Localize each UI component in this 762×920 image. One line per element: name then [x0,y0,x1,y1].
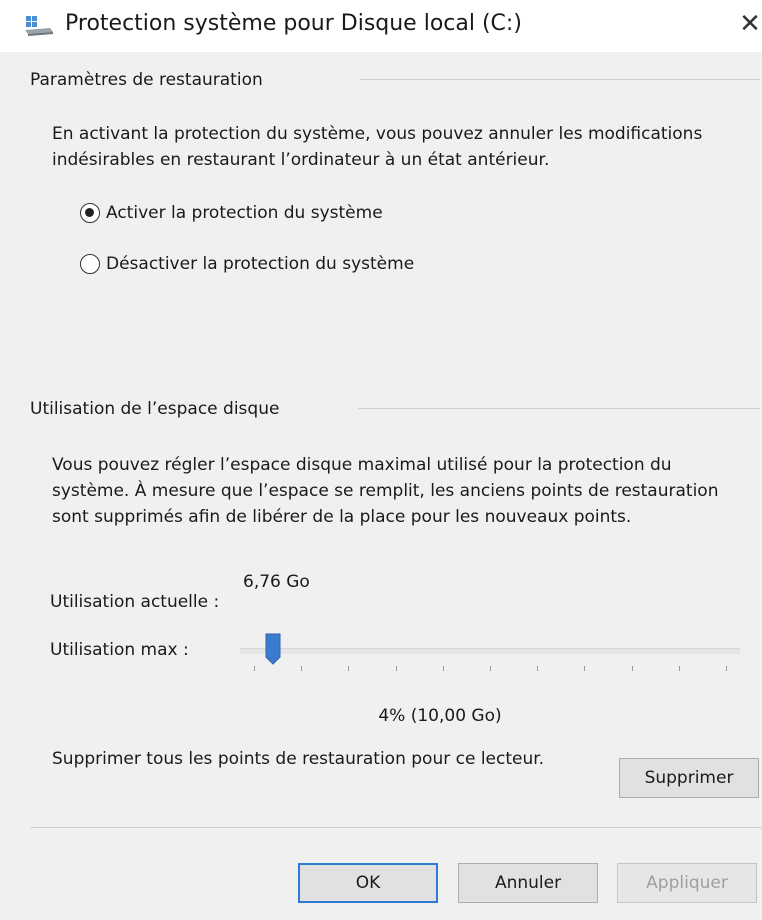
max-usage-slider[interactable] [240,633,740,673]
footer-divider [30,827,762,828]
slider-thumb[interactable] [265,633,281,665]
disk-usage-divider [358,408,760,409]
cancel-button[interactable]: Annuler [458,863,598,903]
radio-enable-circle[interactable] [80,203,100,223]
ok-button[interactable]: OK [298,863,438,903]
radio-enable-label: Activer la protection du système [106,203,383,223]
radio-enable-protection[interactable]: Activer la protection du système [80,200,420,228]
radio-disable-label: Désactiver la protection du système [106,254,415,274]
delete-button[interactable]: Supprimer [619,758,759,798]
delete-points-text: Supprimer tous les points de restauratio… [52,749,545,769]
slider-tick [537,666,539,671]
slider-tick [584,666,586,671]
slider-tick [301,666,303,671]
restore-settings-description: En activant la protection du système, vo… [52,124,703,170]
system-protection-icon [25,16,53,36]
current-usage-label: Utilisation actuelle : [50,592,220,612]
radio-selected-dot [85,208,94,217]
slider-tick [348,666,350,671]
apply-button[interactable]: Appliquer [617,863,757,903]
disk-usage-description: Vous pouvez régler l’espace disque maxim… [52,455,719,527]
close-button[interactable]: ✕ [738,8,762,40]
slider-tick [490,666,491,671]
slider-tick [726,666,727,671]
slider-tick [631,666,633,671]
slider-tick [254,666,255,671]
title-bar: Protection système pour Disque local (C:… [0,0,762,52]
slider-track[interactable] [240,648,740,654]
restore-settings-group-label: Paramètres de restauration [30,70,263,90]
radio-disable-circle[interactable] [80,254,100,274]
max-usage-value: 4% (10,00 Go) [378,706,502,726]
max-usage-label: Utilisation max : [50,640,189,660]
radio-disable-protection[interactable]: Désactiver la protection du système [80,251,460,279]
current-usage-value: 6,76 Go [243,572,310,592]
slider-tick [395,666,397,671]
window-title: Protection système pour Disque local (C:… [65,11,522,36]
restore-settings-divider [360,79,760,80]
disk-usage-group-label: Utilisation de l’espace disque [30,399,280,419]
slider-tick [678,666,680,671]
slider-tick [442,666,444,671]
